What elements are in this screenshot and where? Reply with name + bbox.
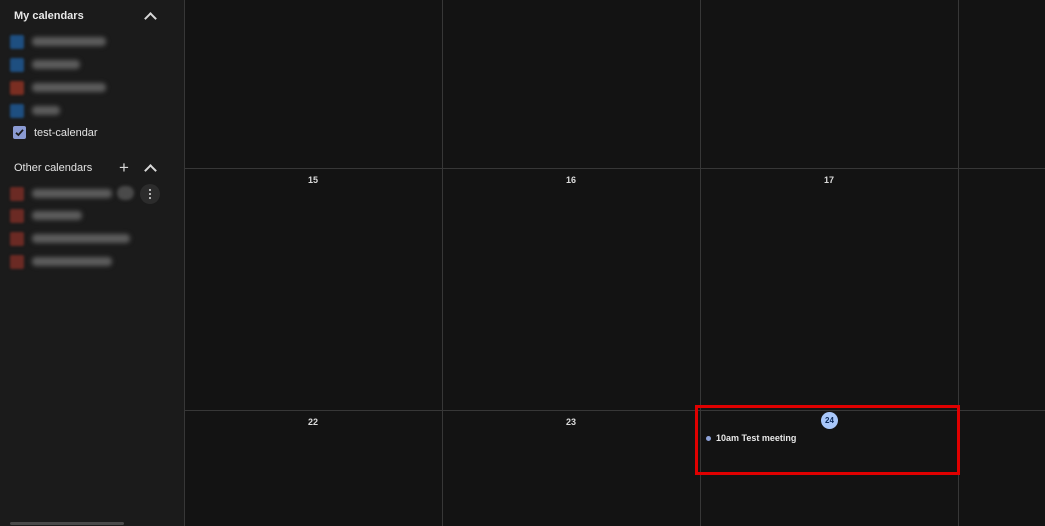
- add-calendar-icon[interactable]: +: [119, 159, 129, 176]
- day-number[interactable]: 16: [556, 175, 586, 185]
- day-cell[interactable]: 22: [184, 411, 442, 526]
- my-calendars-header[interactable]: My calendars: [14, 10, 84, 22]
- sidebar: My calendars test-calendar Other calenda…: [0, 0, 184, 526]
- day-cell[interactable]: 16: [442, 169, 700, 410]
- test-calendar-checkbox[interactable]: [13, 126, 26, 139]
- calendar-color-swatch[interactable]: [10, 232, 24, 246]
- day-cell[interactable]: [184, 0, 442, 168]
- day-number[interactable]: 22: [298, 417, 328, 427]
- day-number[interactable]: 17: [814, 175, 844, 185]
- day-cell[interactable]: 17: [700, 169, 958, 410]
- chevron-up-icon[interactable]: [144, 12, 157, 25]
- calendar-color-swatch[interactable]: [10, 81, 24, 95]
- blurred-calendar-label: [32, 234, 130, 243]
- day-number[interactable]: 15: [298, 175, 328, 185]
- blurred-calendar-label: [32, 83, 106, 92]
- day-cell[interactable]: [958, 169, 1045, 410]
- calendar-color-swatch[interactable]: [10, 187, 24, 201]
- blurred-calendar-label: [32, 60, 80, 69]
- calendar-color-swatch[interactable]: [10, 35, 24, 49]
- blurred-calendar-label: [32, 211, 82, 220]
- blurred-badge: [117, 186, 134, 200]
- day-cell[interactable]: 15: [184, 169, 442, 410]
- day-cell[interactable]: [958, 411, 1045, 526]
- blurred-calendar-label: [32, 189, 112, 198]
- day-cell[interactable]: [442, 0, 700, 168]
- test-calendar-label[interactable]: test-calendar: [34, 127, 98, 139]
- chevron-up-icon[interactable]: [144, 164, 157, 177]
- day-cell[interactable]: [700, 0, 958, 168]
- day-cell[interactable]: 23: [442, 411, 700, 526]
- blurred-calendar-label: [32, 106, 60, 115]
- calendar-color-swatch[interactable]: [10, 255, 24, 269]
- calendar-color-swatch[interactable]: [10, 58, 24, 72]
- scrollbar[interactable]: [10, 522, 124, 525]
- highlight-box: [695, 405, 960, 475]
- more-options-icon[interactable]: [140, 184, 160, 204]
- other-calendars-header[interactable]: Other calendars: [14, 162, 92, 174]
- day-number[interactable]: 23: [556, 417, 586, 427]
- blurred-calendar-label: [32, 257, 112, 266]
- check-icon: [15, 129, 24, 137]
- day-cell[interactable]: [958, 0, 1045, 168]
- calendar-color-swatch[interactable]: [10, 104, 24, 118]
- calendar-color-swatch[interactable]: [10, 209, 24, 223]
- blurred-calendar-label: [32, 37, 106, 46]
